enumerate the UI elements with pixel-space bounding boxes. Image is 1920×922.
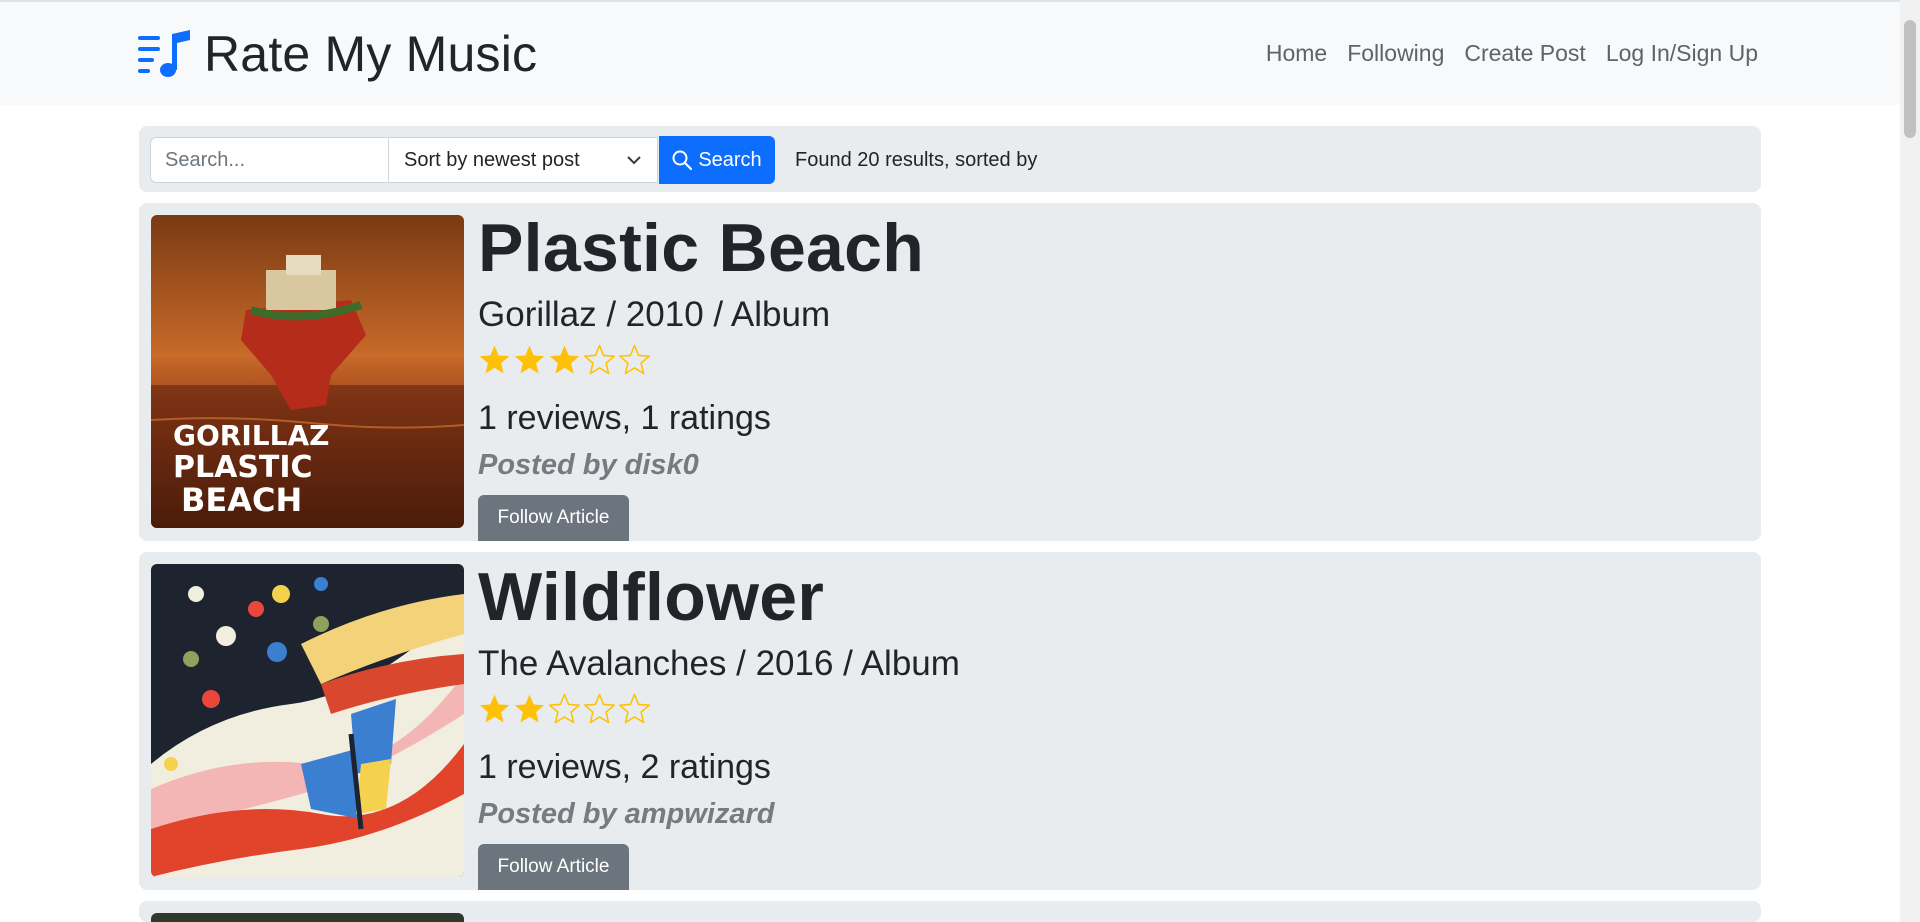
album-cover-image[interactable] [151,564,464,877]
post-title[interactable]: Plastic Beach [478,209,924,287]
star-rating [478,692,651,726]
album-cover-image[interactable]: GORILLAZ PLASTIC BEACH [151,215,464,528]
cover-text-line: BEACH [181,481,302,519]
album-cover-image[interactable] [151,913,464,922]
nav-create-post[interactable]: Create Post [1464,40,1585,67]
star-filled-icon [514,694,545,723]
brand-title: Rate My Music [204,26,538,82]
cover-text-line: PLASTIC [173,450,313,485]
star-outline-icon [619,344,650,375]
search-input[interactable]: Search... [150,137,388,183]
music-list-icon [138,30,190,77]
follow-article-button[interactable]: Follow Article [478,844,629,890]
star-outline-icon [584,344,615,375]
star-outline-icon [619,693,650,724]
nav-login-signup[interactable]: Log In/Sign Up [1606,40,1758,67]
post-stats: 1 reviews, 1 ratings [478,399,771,437]
search-bar: Search... Sort by newest post Search Fou… [139,126,1761,192]
search-button-label: Search [698,148,762,171]
post-meta: Gorillaz / 2010 / Album [478,295,831,334]
search-button[interactable]: Search [659,136,775,184]
star-filled-icon [479,694,510,723]
cover-text-line: GORILLAZ [173,419,329,452]
star-filled-icon [479,345,510,374]
follow-article-button[interactable]: Follow Article [478,495,629,541]
chevron-down-icon [627,156,641,165]
nav-links: Home Following Create Post Log In/Sign U… [1266,40,1758,67]
posted-by: Posted by disk0 [478,449,699,481]
sort-select[interactable]: Sort by newest post [388,137,658,183]
star-outline-icon [549,693,580,724]
post-card: Wildflower The Avalanches / 2016 / Album… [139,552,1761,890]
results-summary: Found 20 results, sorted by [795,149,1038,171]
scrollbar-thumb[interactable] [1904,20,1916,138]
brand[interactable]: Rate My Music [138,24,537,84]
page-scrollbar[interactable] [1900,0,1920,922]
post-title[interactable]: Wildflower [478,558,824,636]
post-card [139,901,1761,922]
search-icon [672,150,693,170]
navbar: Rate My Music Home Following Create Post… [0,2,1900,105]
nav-home[interactable]: Home [1266,40,1327,67]
post-stats: 1 reviews, 2 ratings [478,748,771,786]
star-outline-icon [584,693,615,724]
nav-following[interactable]: Following [1347,40,1444,67]
post-meta: The Avalanches / 2016 / Album [478,644,960,683]
star-rating [478,343,651,377]
post-card: GORILLAZ PLASTIC BEACH Plastic Beach Gor… [139,203,1761,541]
star-filled-icon [514,345,545,374]
star-filled-icon [549,345,580,374]
posted-by: Posted by ampwizard [478,798,775,830]
sort-select-value: Sort by newest post [404,149,580,171]
